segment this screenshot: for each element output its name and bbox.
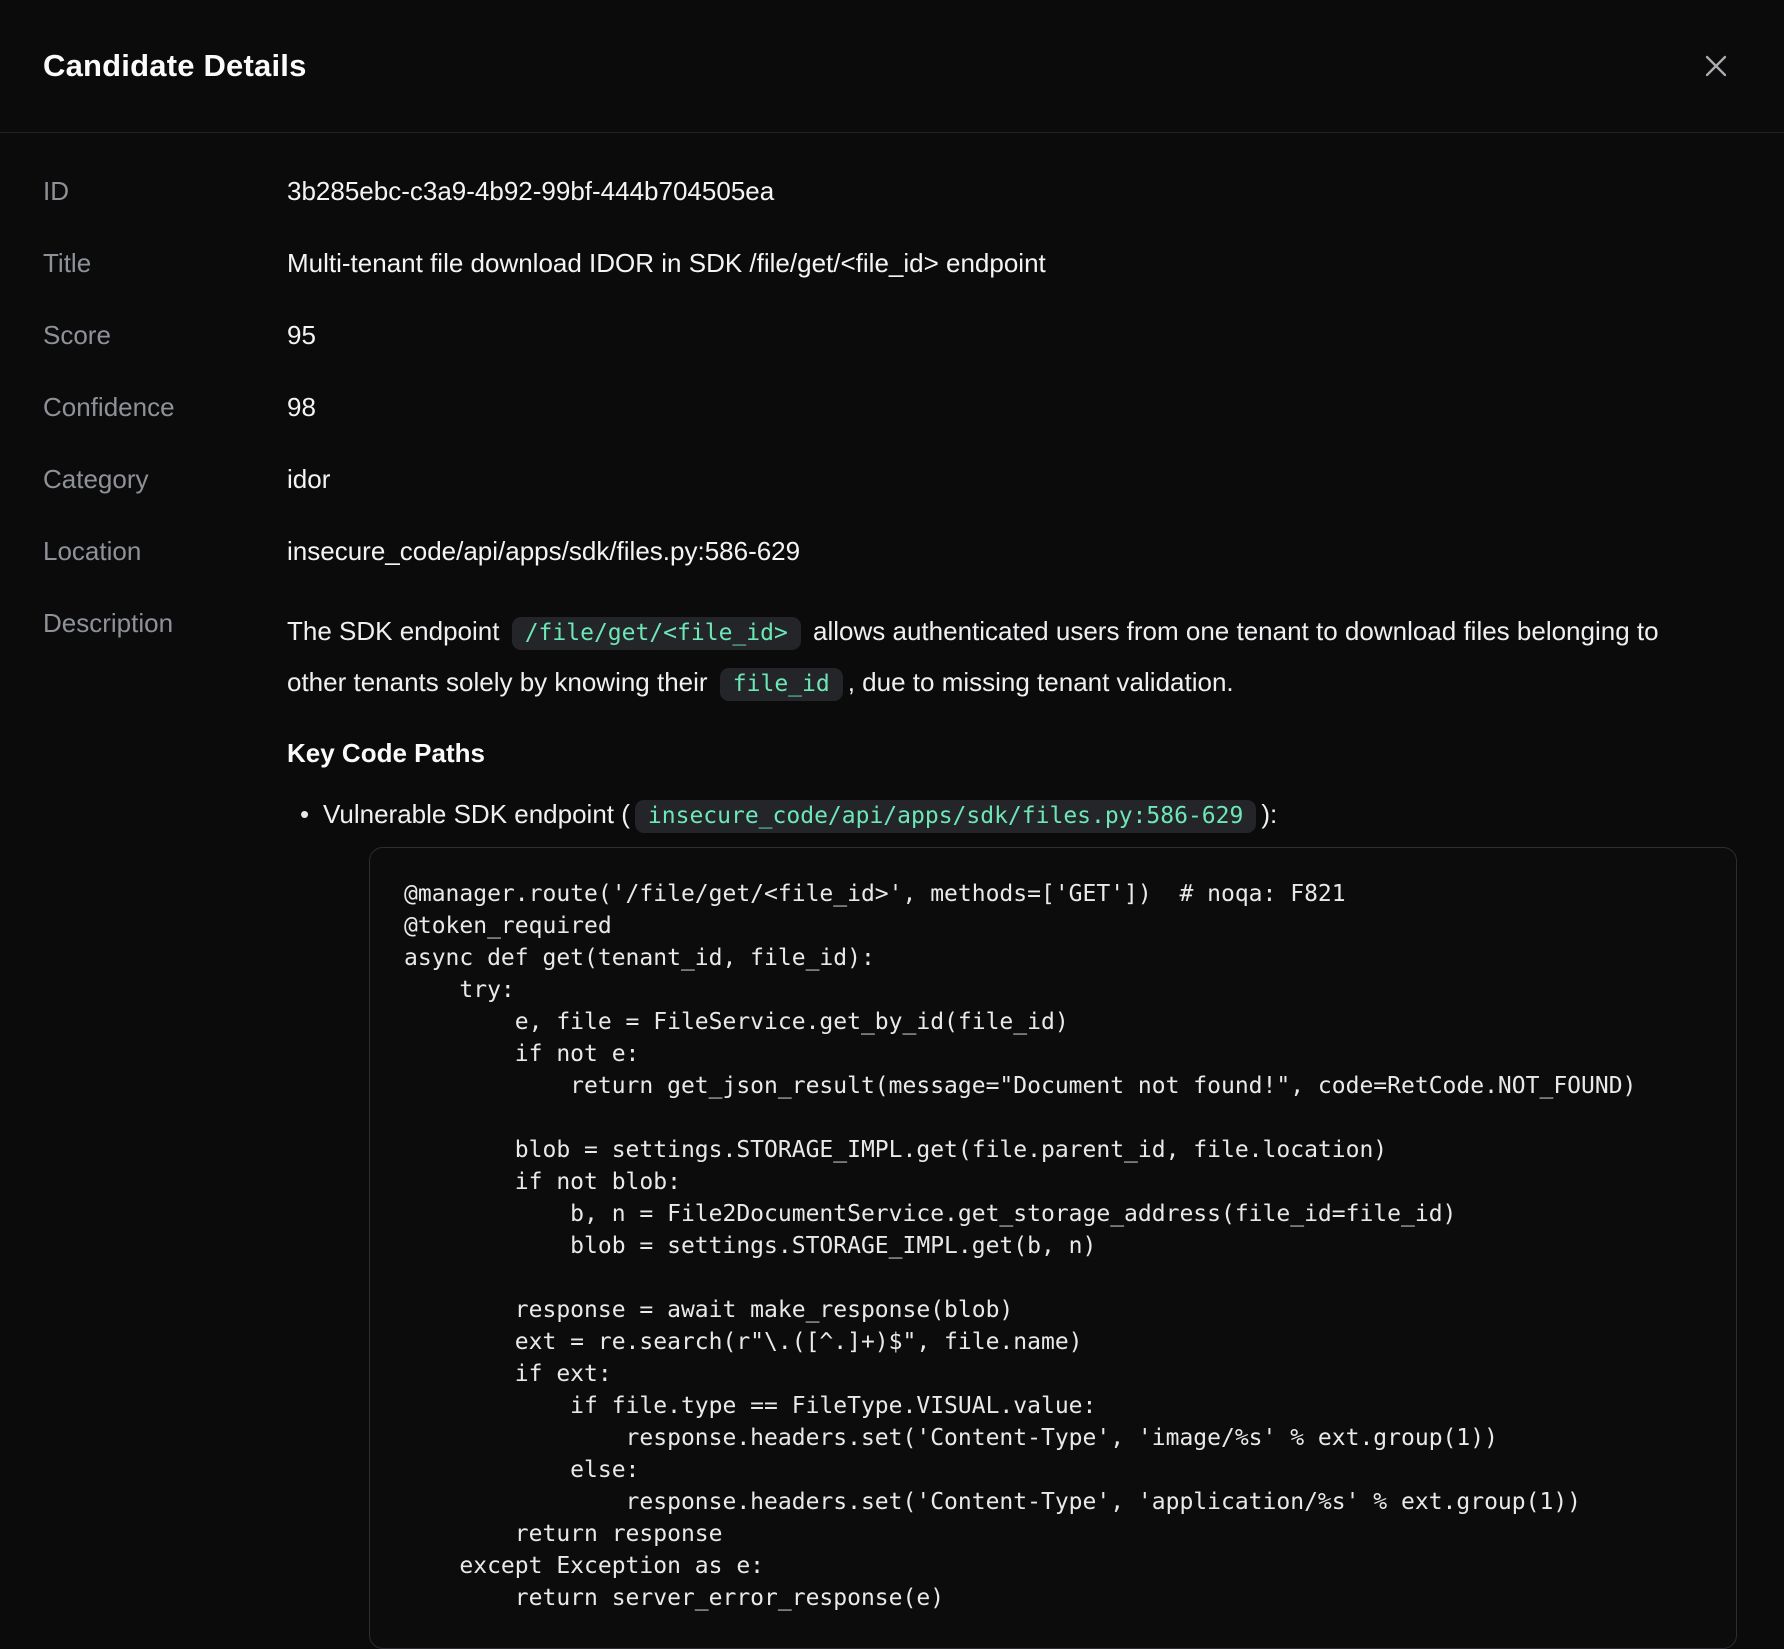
text-segment: The SDK endpoint (287, 616, 507, 646)
inline-code: insecure_code/api/apps/sdk/files.py:586-… (635, 800, 1256, 833)
inline-code: /file/get/<file_id> (512, 617, 801, 650)
candidate-details-modal: Candidate Details ID3b285ebc-c3a9-4b92-9… (0, 0, 1784, 1642)
field-value: 3b285ebc-c3a9-4b92-99bf-444b704505ea (287, 175, 1741, 207)
field-value: 95 (287, 319, 1741, 351)
field-label: Category (43, 463, 287, 495)
field-label: ID (43, 175, 287, 207)
text-segment: ): (1261, 799, 1277, 829)
field-row: ID3b285ebc-c3a9-4b92-99bf-444b704505ea (43, 175, 1741, 207)
close-button[interactable] (1694, 44, 1738, 88)
modal-title: Candidate Details (43, 48, 307, 84)
text-segment: , due to missing tenant validation. (848, 667, 1234, 697)
field-label: Location (43, 535, 287, 567)
close-icon (1700, 50, 1732, 82)
field-row: Score95 (43, 319, 1741, 351)
field-label: Confidence (43, 391, 287, 423)
field-value: 98 (287, 391, 1741, 423)
bullet-icon: • (287, 797, 323, 1649)
description-row: Description The SDK endpoint /file/get/<… (43, 607, 1741, 1649)
modal-content: ID3b285ebc-c3a9-4b92-99bf-444b704505ea Ti… (0, 133, 1784, 1649)
field-label: Score (43, 319, 287, 351)
field-row: Categoryidor (43, 463, 1741, 495)
field-label-description: Description (43, 607, 287, 639)
code-block: @manager.route('/file/get/<file_id>', me… (369, 847, 1737, 1649)
field-value: Multi-tenant file download IDOR in SDK /… (287, 247, 1741, 279)
field-row: Locationinsecure_code/api/apps/sdk/files… (43, 535, 1741, 567)
fields: ID3b285ebc-c3a9-4b92-99bf-444b704505ea Ti… (43, 175, 1741, 567)
key-code-path-item: • Vulnerable SDK endpoint (insecure_code… (287, 797, 1741, 1649)
field-row: TitleMulti-tenant file download IDOR in … (43, 247, 1741, 279)
description-text: The SDK endpoint /file/get/<file_id> all… (287, 607, 1667, 709)
field-value: insecure_code/api/apps/sdk/files.py:586-… (287, 535, 1741, 567)
description-value: The SDK endpoint /file/get/<file_id> all… (287, 607, 1741, 1649)
field-value: idor (287, 463, 1741, 495)
key-code-path-body: Vulnerable SDK endpoint (insecure_code/a… (323, 797, 1741, 1649)
key-code-paths-heading: Key Code Paths (287, 737, 1741, 769)
field-label: Title (43, 247, 287, 279)
text-segment: Vulnerable SDK endpoint ( (323, 799, 630, 829)
modal-header: Candidate Details (0, 0, 1784, 133)
inline-code: file_id (720, 668, 843, 701)
field-row: Confidence98 (43, 391, 1741, 423)
key-code-path-text: Vulnerable SDK endpoint (insecure_code/a… (323, 797, 1741, 833)
